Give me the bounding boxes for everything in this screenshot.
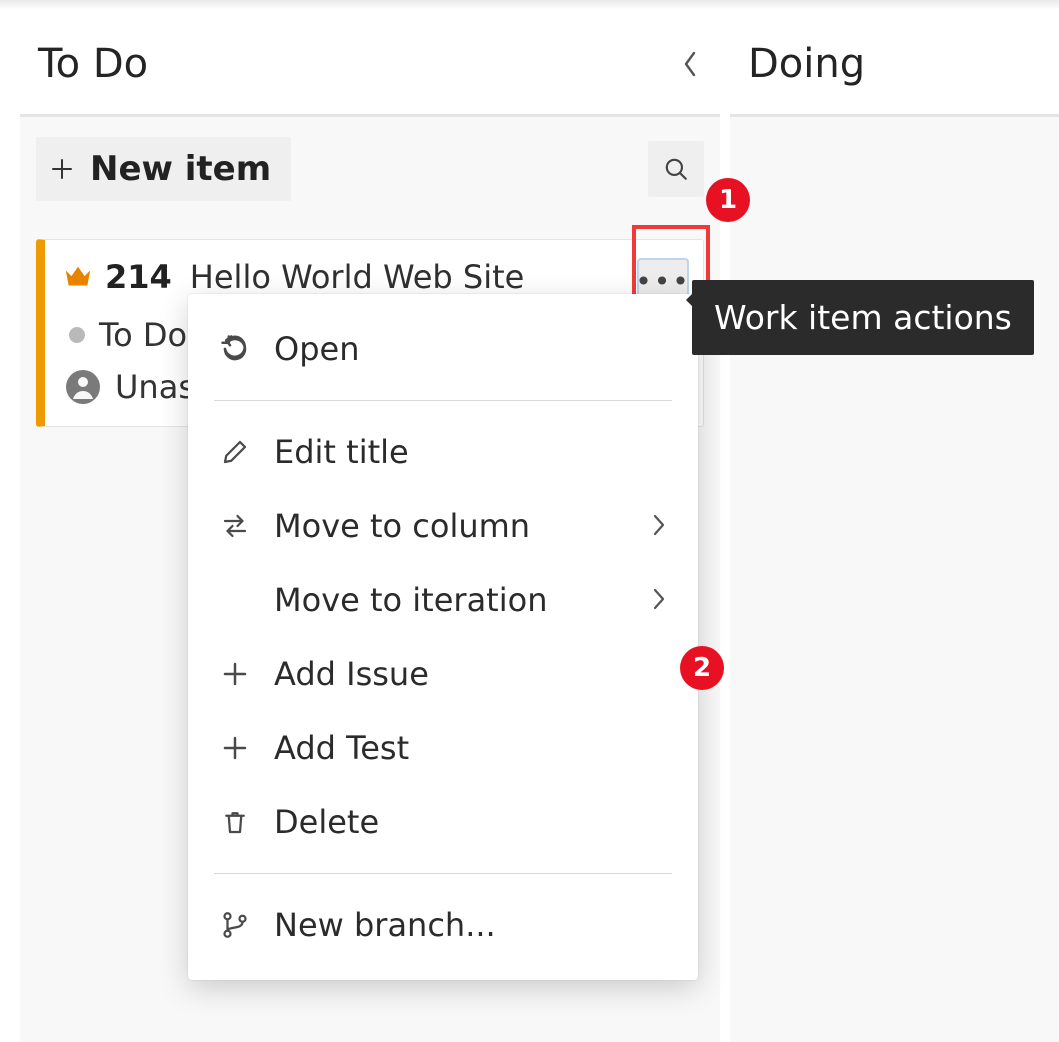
collapse-column-button[interactable]	[670, 44, 710, 84]
menu-item-new-branch-label: New branch...	[274, 906, 496, 944]
swap-icon	[220, 511, 250, 541]
annotation-badge-2: 2	[680, 646, 724, 690]
plus-icon	[50, 157, 74, 181]
menu-item-move-column[interactable]: Move to column	[188, 489, 698, 563]
menu-item-move-column-label: Move to column	[274, 507, 530, 545]
menu-item-open-label: Open	[274, 330, 359, 368]
work-item-title: Hello World Web Site	[190, 258, 525, 296]
status-dot-icon	[69, 327, 85, 343]
search-button[interactable]	[648, 141, 704, 197]
open-icon	[220, 334, 250, 364]
menu-item-move-iteration-label: Move to iteration	[274, 581, 547, 619]
new-item-button[interactable]: New item	[36, 137, 291, 201]
column-doing: Doing	[730, 14, 1059, 1042]
menu-separator	[214, 873, 672, 874]
new-item-label: New item	[90, 149, 271, 189]
menu-item-new-branch[interactable]: New branch...	[188, 888, 698, 962]
column-header-doing: Doing	[730, 14, 1059, 114]
column-header-todo: To Do	[20, 14, 720, 114]
work-item-context-menu: Open Edit title Move to column Move to i…	[188, 294, 698, 980]
menu-item-delete[interactable]: Delete	[188, 785, 698, 859]
card-status-text: To Do	[99, 316, 187, 354]
trash-icon	[220, 807, 250, 837]
annotation-badge-1: 1	[706, 178, 750, 222]
tooltip-work-item-actions: Work item actions	[692, 280, 1034, 355]
menu-item-edit-title-label: Edit title	[274, 433, 409, 471]
person-icon	[65, 369, 101, 405]
epic-crown-icon	[63, 263, 93, 291]
menu-item-add-test[interactable]: Add Test	[188, 711, 698, 785]
plus-icon	[220, 733, 250, 763]
column-body-doing	[730, 114, 1059, 1042]
menu-item-edit-title[interactable]: Edit title	[188, 415, 698, 489]
menu-item-add-issue-label: Add Issue	[274, 655, 429, 693]
menu-item-delete-label: Delete	[274, 803, 379, 841]
chevron-right-icon	[652, 507, 666, 545]
chevron-left-icon	[682, 51, 698, 77]
menu-item-open[interactable]: Open	[188, 312, 698, 386]
chevron-right-icon	[652, 581, 666, 619]
menu-item-move-iteration[interactable]: Move to iteration	[188, 563, 698, 637]
column-title-todo: To Do	[38, 41, 148, 87]
menu-item-add-issue[interactable]: Add Issue	[188, 637, 698, 711]
top-gradient	[0, 0, 1059, 10]
column-toolbar: New item	[36, 137, 704, 201]
work-item-id: 214	[105, 258, 172, 296]
tooltip-text: Work item actions	[714, 298, 1012, 337]
search-icon	[663, 156, 689, 182]
menu-item-add-test-label: Add Test	[274, 729, 409, 767]
plus-icon	[220, 659, 250, 689]
menu-separator	[214, 400, 672, 401]
pencil-icon	[220, 437, 250, 467]
board-canvas: To Do New item	[0, 0, 1059, 1042]
column-title-doing: Doing	[748, 41, 865, 87]
branch-icon	[220, 910, 250, 940]
card-title-row: 214 Hello World Web Site	[63, 258, 685, 296]
